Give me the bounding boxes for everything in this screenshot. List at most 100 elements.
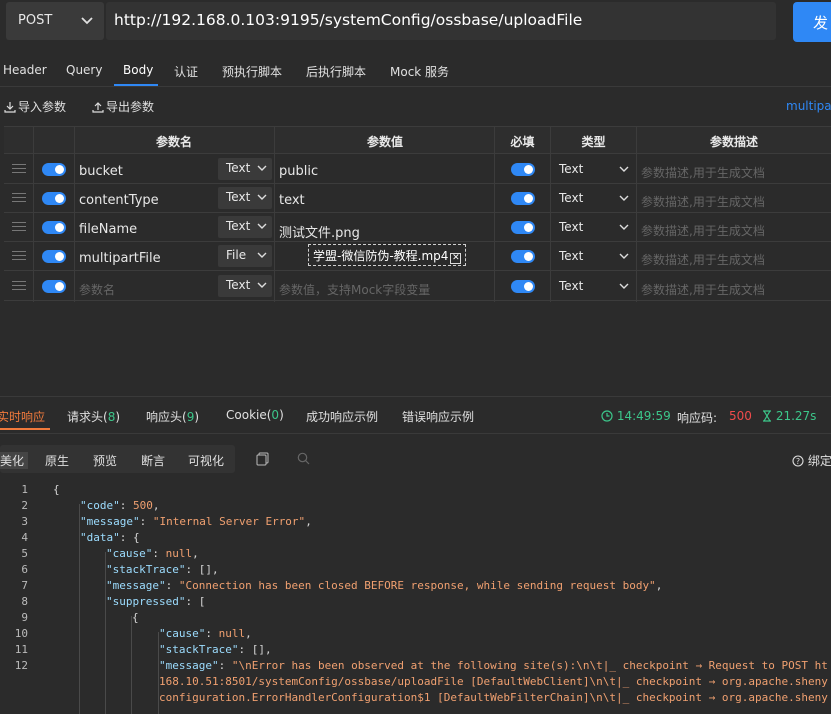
- value-type[interactable]: Text: [559, 162, 583, 176]
- param-name[interactable]: contentType: [79, 193, 159, 208]
- bind-button[interactable]: ? 绑定: [792, 452, 831, 469]
- url-input[interactable]: http://192.168.0.103:9195/systemConfig/o…: [106, 2, 776, 40]
- code-line: "suppressed": [: [106, 595, 206, 608]
- param-type-select[interactable]: Text: [218, 216, 272, 238]
- tab-realtime-response[interactable]: 实时响应: [0, 408, 45, 425]
- line-number: 12: [14, 659, 28, 672]
- param-type-select[interactable]: Text: [218, 158, 272, 180]
- param-value[interactable]: text: [279, 193, 305, 208]
- tab-body[interactable]: Body: [123, 63, 153, 77]
- tab-visualize[interactable]: 可视化: [188, 452, 224, 469]
- tab-cookie[interactable]: Cookie(0): [226, 408, 284, 422]
- col-name-header: 参数名: [155, 135, 192, 149]
- enable-toggle[interactable]: [42, 192, 66, 205]
- tab-response-headers[interactable]: 响应头(9): [146, 408, 199, 425]
- download-icon: [4, 102, 16, 113]
- tab-beautify[interactable]: 美化: [0, 452, 29, 469]
- value-type[interactable]: Text: [559, 249, 583, 263]
- param-value[interactable]: 测试文件.png: [279, 222, 360, 241]
- file-chip[interactable]: 学盟-微信防伪-教程.mp4 ✕: [308, 244, 467, 266]
- tab-label: 成功响应示例: [306, 410, 379, 424]
- tab-label: 实时响应: [0, 410, 46, 424]
- param-desc[interactable]: 参数描述,用于生成文档: [641, 251, 765, 268]
- enable-toggle[interactable]: [42, 250, 66, 263]
- code-line: 168.10.51:8501/systemConfig/ossbase/uplo…: [159, 675, 828, 688]
- param-type-select[interactable]: Text: [218, 187, 272, 209]
- indent-guide: [105, 552, 106, 714]
- table-row: bucket Text public Text 参数描述,用于生成文档: [4, 155, 831, 184]
- param-name[interactable]: bucket: [79, 164, 123, 179]
- required-toggle[interactable]: [511, 163, 535, 176]
- response-duration: 21.27s: [762, 409, 816, 423]
- chevron-down-icon: [619, 166, 629, 172]
- value-type[interactable]: Text: [559, 191, 583, 205]
- drag-handle-icon[interactable]: [12, 164, 26, 174]
- tab-count: 9: [186, 410, 195, 424]
- tab-post-script[interactable]: 后执行脚本: [306, 63, 366, 80]
- tab-raw[interactable]: 原生: [45, 452, 69, 469]
- body-content-type[interactable]: multipart: [786, 99, 831, 113]
- remove-file-icon[interactable]: ✕: [450, 253, 462, 264]
- param-value-input[interactable]: 参数值，支持Mock字段变量: [279, 281, 430, 298]
- search-icon[interactable]: [297, 452, 310, 465]
- param-name[interactable]: multipartFile: [79, 251, 161, 266]
- col-type-header: 类型: [581, 135, 606, 149]
- param-name[interactable]: fileName: [79, 222, 137, 237]
- tab-header[interactable]: Header: [3, 63, 47, 77]
- tab-query[interactable]: Query: [66, 63, 102, 77]
- tab-label: 请求头: [67, 410, 104, 424]
- enable-toggle[interactable]: [42, 221, 66, 234]
- param-desc[interactable]: 参数描述,用于生成文档: [641, 222, 765, 239]
- tab-error-example[interactable]: 错误响应示例: [402, 408, 474, 425]
- chevron-down-icon: [619, 253, 629, 259]
- param-desc[interactable]: 参数描述,用于生成文档: [641, 164, 765, 181]
- view-mode-tabs: 美化 原生 预览 断言 可视化: [0, 445, 235, 473]
- tab-request-headers[interactable]: 请求头(8): [67, 408, 120, 425]
- param-desc-input[interactable]: 参数描述,用于生成文档: [641, 281, 765, 298]
- drag-handle-icon[interactable]: [12, 251, 26, 261]
- col-value-header: 参数值: [366, 135, 403, 149]
- line-number: 9: [21, 611, 28, 624]
- tab-mock[interactable]: Mock 服务: [390, 63, 449, 80]
- chevron-down-icon: [257, 282, 267, 288]
- chevron-down-icon: [619, 224, 629, 230]
- method-select[interactable]: POST: [6, 2, 104, 40]
- drag-handle-icon[interactable]: [12, 281, 26, 291]
- drag-handle-icon[interactable]: [12, 222, 26, 232]
- param-desc[interactable]: 参数描述,用于生成文档: [641, 193, 765, 210]
- tab-preview[interactable]: 预览: [93, 452, 117, 469]
- required-toggle[interactable]: [511, 221, 535, 234]
- response-body[interactable]: 1 2 3 4 5 6 7 8 9 10 11 12 { "code": 500…: [0, 480, 831, 714]
- tab-auth[interactable]: 认证: [174, 63, 198, 80]
- line-number: 11: [14, 643, 28, 656]
- required-toggle[interactable]: [511, 280, 535, 293]
- enable-toggle[interactable]: [42, 163, 66, 176]
- required-toggle[interactable]: [511, 250, 535, 263]
- export-params-button[interactable]: 导出参数: [92, 98, 154, 115]
- table-header: 参数名 参数值 必填 类型 参数描述: [4, 126, 831, 154]
- import-params-button[interactable]: 导入参数: [4, 98, 66, 115]
- value-type[interactable]: Text: [559, 279, 583, 293]
- tab-count: 8: [107, 410, 116, 424]
- drag-handle-icon[interactable]: [12, 193, 26, 203]
- tab-pre-script[interactable]: 预执行脚本: [222, 63, 282, 80]
- value-type[interactable]: Text: [559, 220, 583, 234]
- line-number: 3: [21, 515, 28, 528]
- param-type-select[interactable]: Text: [218, 275, 272, 297]
- url-text: http://192.168.0.103:9195/systemConfig/o…: [114, 11, 583, 29]
- copy-icon[interactable]: [256, 452, 269, 466]
- code-line: {: [132, 611, 139, 624]
- enable-toggle[interactable]: [42, 280, 66, 293]
- line-number: 10: [14, 627, 28, 640]
- code-line: "data": {: [80, 531, 140, 544]
- method-label: POST: [18, 13, 53, 28]
- required-toggle[interactable]: [511, 192, 535, 205]
- param-value[interactable]: public: [279, 164, 318, 179]
- send-button[interactable]: 发: [793, 2, 831, 42]
- tab-assert[interactable]: 断言: [141, 452, 165, 469]
- status-label: 响应码:: [677, 411, 718, 425]
- tab-success-example[interactable]: 成功响应示例: [306, 408, 378, 425]
- param-type-select[interactable]: File: [218, 245, 272, 267]
- param-name-input[interactable]: 参数名: [79, 281, 115, 298]
- duration-value: 21.27s: [775, 409, 817, 423]
